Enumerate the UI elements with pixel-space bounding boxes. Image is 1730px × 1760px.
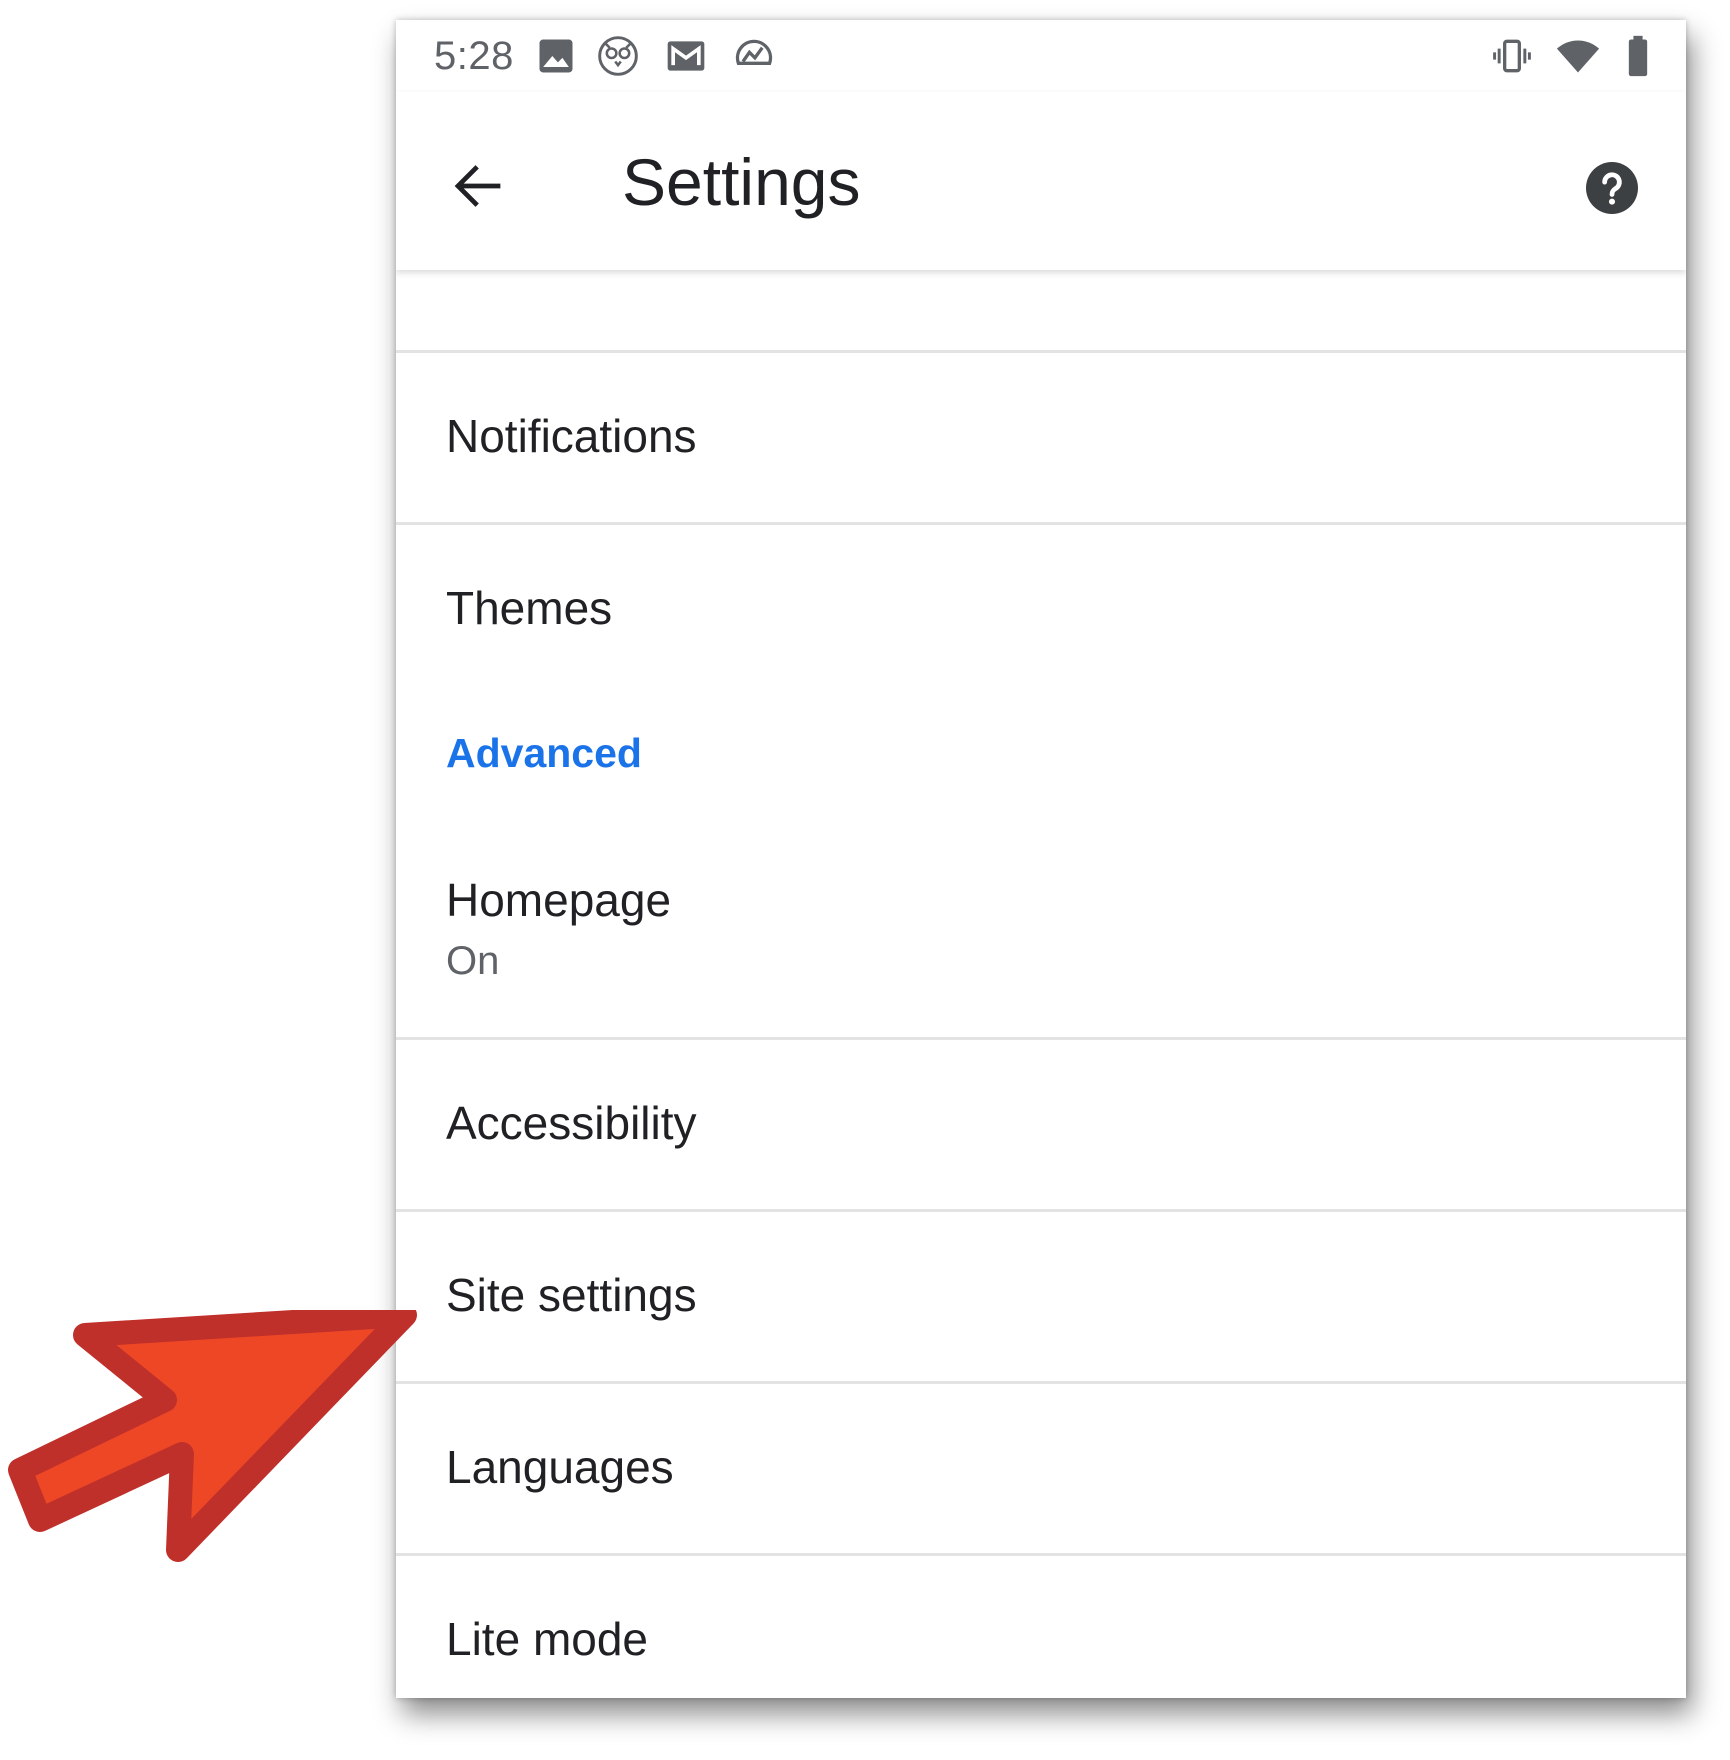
phone-screen: 5:28 Settings Notifications Themes Advan…	[396, 20, 1686, 1698]
settings-item-lite-mode[interactable]: Lite mode	[396, 1556, 1686, 1698]
settings-item-accessibility[interactable]: Accessibility	[396, 1040, 1686, 1212]
app-bar: Settings	[396, 92, 1686, 270]
settings-item-label: Languages	[446, 1441, 674, 1493]
battery-icon	[1628, 35, 1648, 77]
owl-icon	[598, 36, 638, 76]
settings-item-homepage[interactable]: Homepage On	[396, 819, 1686, 1040]
settings-item-themes[interactable]: Themes	[396, 525, 1686, 694]
image-icon	[539, 39, 573, 73]
settings-item-label: Homepage	[446, 874, 672, 926]
settings-item-label: Themes	[446, 582, 613, 634]
settings-item-site-settings[interactable]: Site settings	[396, 1212, 1686, 1384]
settings-item-summary: On	[446, 939, 500, 983]
settings-list: Notifications Themes Advanced Homepage O…	[396, 270, 1686, 1698]
section-header-advanced: Advanced	[396, 694, 1686, 819]
status-time: 5:28	[434, 34, 514, 78]
arrow-back-icon[interactable]	[448, 156, 508, 216]
gmail-icon	[667, 41, 705, 71]
settings-item-label: Site settings	[446, 1269, 697, 1321]
status-bar: 5:28	[396, 20, 1686, 92]
settings-item-label: Notifications	[446, 410, 697, 462]
section-header-label: Advanced	[446, 730, 642, 776]
page-title: Settings	[622, 145, 861, 219]
red-arrow-icon	[8, 1310, 417, 1562]
help-icon[interactable]	[1586, 162, 1638, 214]
settings-item-label: Lite mode	[446, 1613, 649, 1665]
settings-item-languages[interactable]: Languages	[396, 1384, 1686, 1556]
wifi-icon	[1556, 40, 1600, 73]
settings-item-notifications[interactable]: Notifications	[396, 353, 1686, 525]
partial-hidden-row	[396, 270, 1686, 353]
analytics-icon	[735, 39, 773, 65]
vibrate-icon	[1493, 39, 1531, 73]
settings-item-label: Accessibility	[446, 1097, 697, 1149]
